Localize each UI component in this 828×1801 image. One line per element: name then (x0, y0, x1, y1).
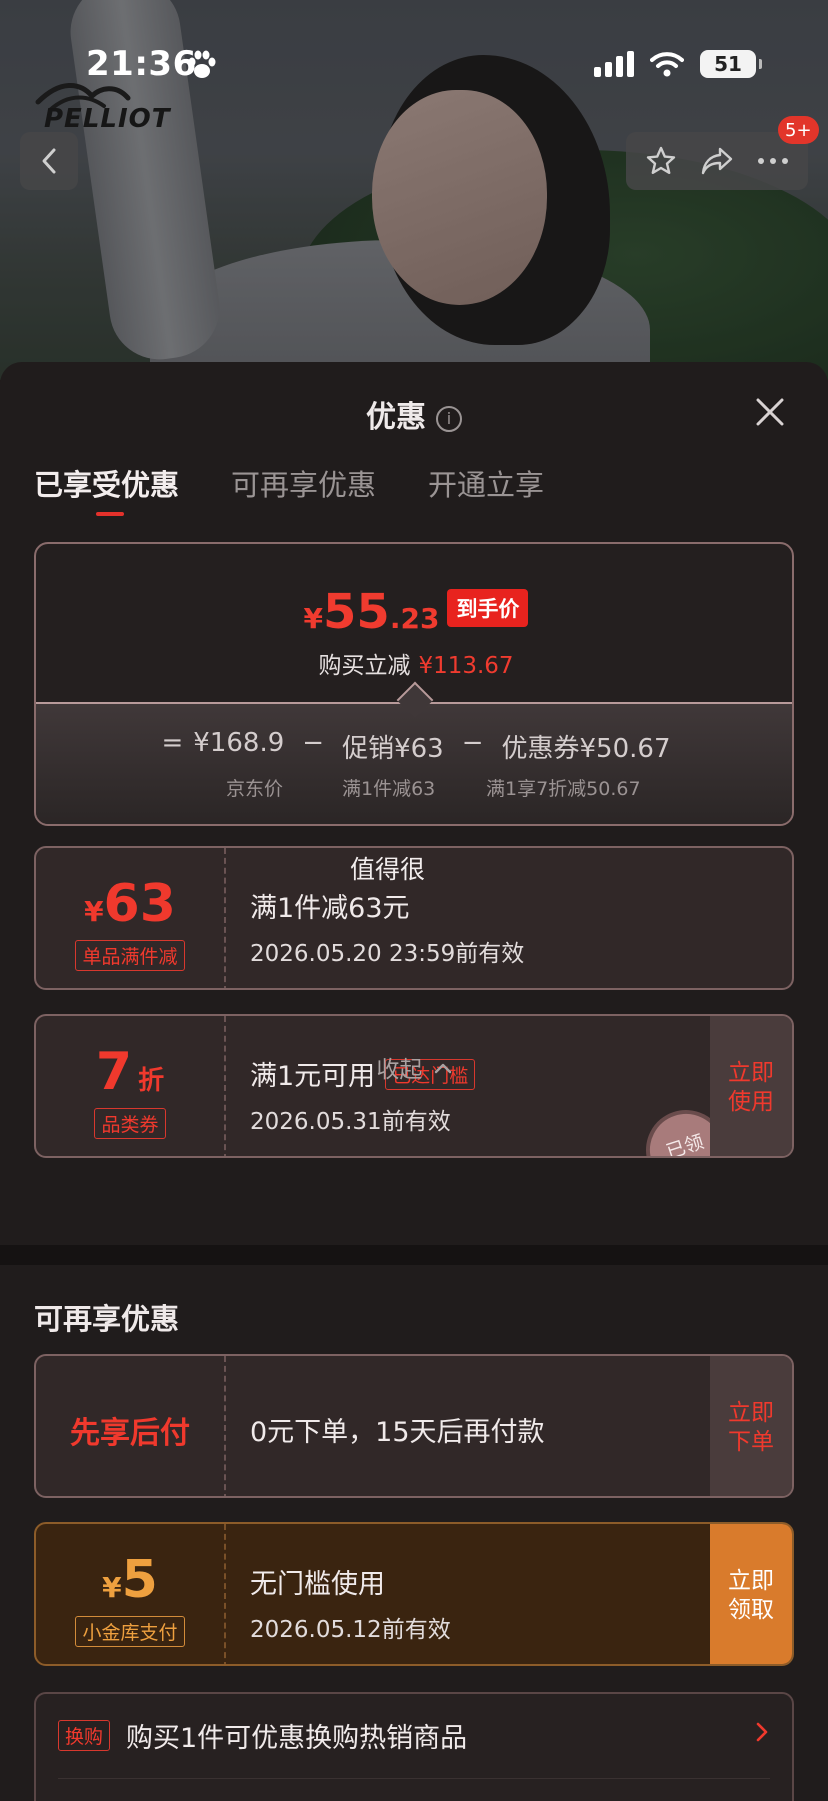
coupon-amount: 5 (121, 1550, 158, 1610)
brand-name: PELLIOT (44, 104, 171, 134)
chevron-left-icon (42, 148, 56, 174)
info-icon[interactable]: i (436, 406, 462, 432)
coupon-currency: ¥ (102, 1571, 122, 1604)
coupon-validity: 2026.05.12前有效 (250, 1617, 451, 1643)
status-icons: 51 (594, 50, 762, 78)
coupon-header-text: 值得很 (350, 855, 426, 884)
formula-minus: − (461, 728, 484, 758)
section-separator (0, 1245, 828, 1265)
tab-more-available[interactable]: 可再享优惠 (231, 462, 376, 504)
coupon-divider (224, 848, 226, 988)
currency-symbol: ¥ (303, 602, 324, 635)
coupon-title: 满1件减63元 (250, 893, 410, 924)
jd-price-label: 京东价 (226, 778, 284, 800)
final-price: ¥55.23 到手价 (36, 584, 792, 640)
coupon-type-badge: 单品满件减 (75, 940, 185, 971)
formula-coupon: 优惠券¥50.67 (501, 734, 671, 764)
coupon-label: 满1享7折减50.67 (486, 778, 641, 800)
gold-coupon-card: ¥5 小金库支付 无门槛使用 2026.05.12前有效 立即领取 (34, 1522, 794, 1666)
coupon-validity: 2026.05.20 23:59前有效 (250, 941, 525, 967)
swap-divider (58, 1778, 770, 1779)
wifi-icon (650, 52, 684, 77)
formula-minus: − (302, 728, 325, 758)
collapse-label: 收起 (376, 1057, 423, 1083)
chevron-right-icon (756, 1722, 768, 1742)
formula-jd-price: ¥168.9 (193, 728, 285, 758)
share-icon[interactable] (700, 146, 734, 176)
discount-tabs: 已享受优惠 可再享优惠 开通立享 (34, 462, 544, 516)
order-now-button[interactable]: 立即下单 (710, 1356, 792, 1496)
paylater-label: 先享后付 (70, 1416, 190, 1451)
paylater-card: 先享后付 0元下单，15天后再付款 立即下单 (34, 1354, 794, 1498)
use-now-button[interactable]: 立即使用 (710, 1016, 792, 1156)
formula-equals: = (161, 728, 184, 758)
price-integer: 55 (323, 584, 390, 640)
coupon-divider (224, 1016, 226, 1156)
price-summary-card: ¥55.23 到手价 购买立减 ¥113.67 = ¥168.9 − 促销¥63 −… (34, 542, 794, 826)
sheet-title: 优惠 i (0, 392, 828, 436)
coupon-type-badge: 品类券 (94, 1108, 166, 1139)
instant-saving: 购买立减 ¥113.67 (36, 646, 792, 680)
final-price-tag: 到手价 (447, 589, 529, 627)
coupon-divider (224, 1356, 226, 1496)
close-icon (756, 398, 784, 426)
battery-indicator: 51 (700, 50, 762, 78)
nav-action-group (626, 132, 808, 190)
chevron-up-icon (434, 1063, 451, 1074)
saving-label: 购买立减 (318, 653, 411, 679)
coupon-validity: 2026.05.31前有效 (250, 1109, 451, 1135)
coupon-amount: 63 (103, 874, 176, 934)
swap-offer-card[interactable]: 换购 购买1件可优惠换购热销商品 (34, 1692, 794, 1801)
coupon-card-category: 7折 品类券 满1元可用 已达门槛 2026.05.31前有效 已领 立即使用 (34, 1014, 794, 1158)
status-time: 21:36 (86, 44, 197, 84)
coupon-currency: ¥ (84, 895, 104, 928)
back-button[interactable] (20, 132, 78, 190)
paylater-title: 0元下单，15天后再付款 (250, 1417, 545, 1448)
price-formula: = ¥168.9 − 促销¥63 − 优惠券¥50.67 (36, 728, 792, 765)
collapse-toggle[interactable]: 收起 (0, 1050, 828, 1084)
paw-icon (186, 50, 218, 80)
message-count-badge: 5+ (778, 116, 819, 144)
coupon-value: ¥5 小金库支付 (36, 1524, 224, 1664)
saving-amount: ¥113.67 (418, 653, 514, 679)
coupon-value: 7折 品类券 (36, 1016, 224, 1156)
coupon-card-promo: ¥63 单品满件减 值得很 满1件减63元 2026.05.20 23:59前有… (34, 846, 794, 990)
swap-text: 购买1件可优惠换购热销商品 (126, 1723, 468, 1754)
coupon-details: 值得很 满1件减63元 2026.05.20 23:59前有效 (250, 848, 792, 988)
formula-promo: 促销¥63 (342, 734, 444, 764)
sheet-title-text: 优惠 (366, 400, 426, 435)
close-button[interactable] (752, 394, 788, 430)
promo-label: 满1件减63 (342, 778, 436, 800)
coupon-value: ¥63 单品满件减 (36, 848, 224, 988)
signal-icon (594, 51, 634, 77)
coupon-type-badge: 小金库支付 (75, 1616, 185, 1647)
claim-now-button[interactable]: 立即领取 (710, 1524, 792, 1664)
star-icon[interactable] (645, 145, 677, 177)
coupon-divider (224, 1524, 226, 1664)
more-discounts-title: 可再享优惠 (34, 1302, 180, 1336)
coupon-title: 无门槛使用 (250, 1569, 385, 1600)
price-decimal: .23 (389, 602, 440, 635)
more-icon[interactable] (757, 157, 789, 165)
tab-open-to-enjoy[interactable]: 开通立享 (428, 462, 544, 504)
swap-tag: 换购 (58, 1720, 111, 1751)
tab-enjoyed[interactable]: 已享受优惠 (34, 462, 179, 516)
paylater-label-box: 先享后付 (36, 1356, 224, 1496)
